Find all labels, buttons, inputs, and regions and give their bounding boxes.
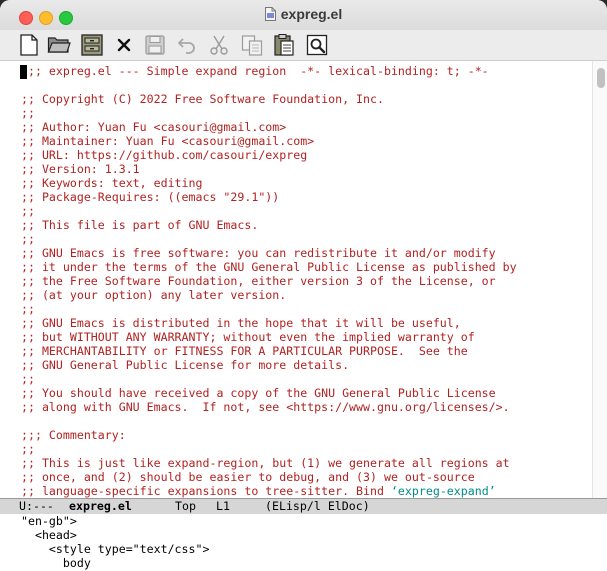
copy-icon (241, 35, 263, 56)
code-line: ;; Copyright (C) 2022 Free Software Foun… (21, 92, 384, 106)
code-line: ;; (21, 232, 35, 246)
code-line: ;; MERCHANTABILITY or FITNESS FOR A PART… (21, 344, 468, 358)
code-line: ;; You should have received a copy of th… (21, 386, 496, 400)
lower-buffer-line: "en-gb"> (21, 514, 77, 528)
close-x-icon (117, 38, 131, 52)
code-line: ;; Keywords: text, editing (21, 176, 203, 190)
new-file-button[interactable] (17, 33, 41, 57)
paste-icon (274, 34, 294, 56)
paste-button[interactable] (272, 33, 296, 57)
code-line: ;; it under the terms of the GNU General… (21, 260, 517, 274)
modeline-status: U:--- (19, 499, 54, 513)
title-bar: expreg.el (0, 0, 607, 31)
code-line: ;; Maintainer: Yuan Fu <casouri@gmail.co… (21, 134, 315, 148)
undo-icon (178, 38, 195, 54)
document-icon (264, 7, 276, 21)
lower-buffer-line: <style type="text/css"> (21, 542, 210, 556)
save-button[interactable] (143, 33, 167, 57)
code-line: ;; along with GNU Emacs. If not, see <ht… (21, 400, 510, 414)
search-button[interactable] (305, 33, 329, 57)
code-line: ;; (21, 372, 35, 386)
code-line: ;;; expreg.el --- Simple expand region -… (21, 64, 489, 78)
modeline-major-mode[interactable]: (ELisp/l ElDoc) (265, 499, 370, 514)
mode-line[interactable]: U:--- expreg.el Top L1 (ELisp/l ElDoc) (0, 498, 607, 515)
copy-button[interactable] (240, 33, 264, 57)
code-line: ;; URL: https://github.com/casouri/expre… (21, 148, 308, 162)
code-line: ;;; Commentary: (21, 428, 126, 442)
code-line: ;; This file is part of GNU Emacs. (21, 218, 259, 232)
code-line: ;; (21, 302, 35, 316)
cut-icon (210, 35, 228, 55)
code-line: ;; (21, 204, 35, 218)
code-line: ;; but WITHOUT ANY WARRANTY; without eve… (21, 330, 475, 344)
code-line: ;; the Free Software Foundation, either … (21, 274, 496, 288)
code-line: ;; (21, 442, 35, 456)
code-line: ;; Author: Yuan Fu <casouri@gmail.com> (21, 120, 287, 134)
code-line: ;; GNU Emacs is free software: you can r… (21, 246, 496, 260)
editor-buffer[interactable]: ;;; expreg.el --- Simple expand region -… (0, 61, 607, 498)
window-title-wrap: expreg.el (0, 6, 607, 22)
lower-buffer-line: <head> (21, 528, 77, 542)
code-line: ;; This is just like expand-region, but … (21, 456, 510, 470)
code-text: ;;; expreg.el --- Simple expand region -… (21, 64, 517, 498)
emacs-window: expreg.el ;;; expreg.el --- Simple expan… (0, 0, 607, 571)
window-title: expreg.el (280, 6, 343, 22)
lower-window-buffer[interactable]: "en-gb"> <head> <style type="text/css"> … (0, 514, 607, 571)
code-line: ;; language-specific expansions to tree-… (21, 484, 496, 498)
lower-buffer-line: body (21, 556, 91, 570)
search-icon (306, 34, 328, 56)
new-file-icon (20, 34, 38, 56)
scrollbar-track[interactable] (592, 61, 607, 498)
code-line: ;; Package-Requires: ((emacs "29.1")) (21, 190, 280, 204)
open-folder-button[interactable] (47, 33, 71, 57)
symbol-link[interactable]: ‘expreg-expand’ (391, 484, 496, 498)
scrollbar-thumb[interactable] (597, 68, 605, 88)
undo-button[interactable] (175, 33, 199, 57)
save-icon (145, 35, 165, 55)
code-line: ;; Version: 1.3.1 (21, 162, 140, 176)
code-line: ;; (21, 106, 35, 120)
lower-buffer-text: "en-gb"> <head> <style type="text/css"> … (21, 514, 209, 570)
modeline-buffer-name: expreg.el (69, 499, 132, 513)
dired-button[interactable] (80, 33, 104, 57)
cabinet-icon (81, 34, 103, 56)
toolbar (0, 30, 607, 61)
code-line: ;; once, and (2) should be easier to deb… (21, 470, 475, 484)
modeline-line-number: L1 (216, 499, 230, 513)
code-line: ;; (at your option) any later version. (21, 288, 287, 302)
folder-icon (47, 37, 71, 53)
code-line: ;; GNU General Public License for more d… (21, 358, 350, 372)
code-line: ;; GNU Emacs is distributed in the hope … (21, 316, 461, 330)
modeline-position: Top (175, 499, 196, 513)
text-cursor (20, 65, 27, 79)
close-buffer-button[interactable] (112, 33, 136, 57)
cut-button[interactable] (207, 33, 231, 57)
